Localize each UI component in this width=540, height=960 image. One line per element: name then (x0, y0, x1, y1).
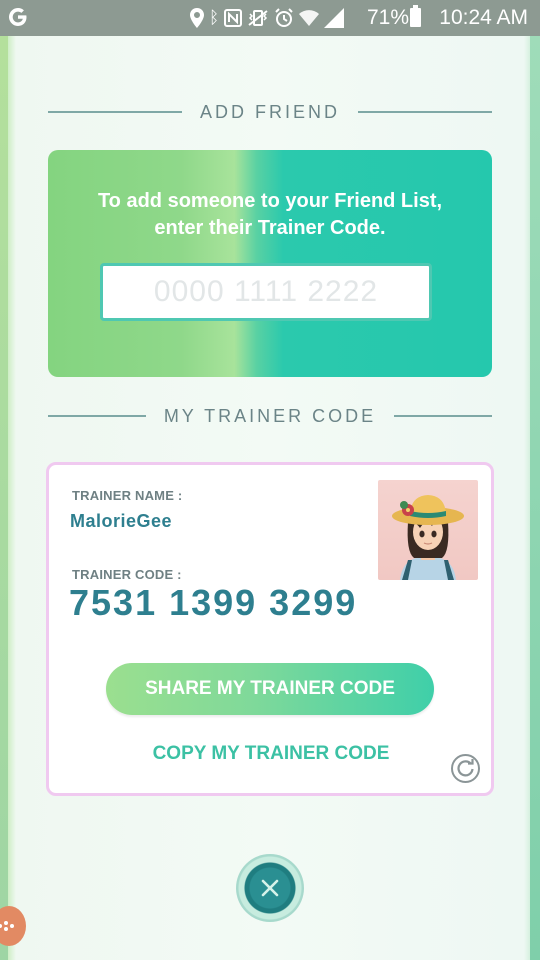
battery-percent: 71% (367, 6, 410, 29)
add-friend-header: ADD FRIEND (48, 100, 493, 124)
trainer-avatar (378, 480, 478, 580)
status-icons: ᛒ (190, 4, 345, 32)
trainer-name-label: TRAINER NAME : (72, 488, 183, 503)
vibrate-icon (248, 10, 268, 26)
signal-icon (324, 8, 345, 28)
divider-line (394, 415, 492, 417)
close-button[interactable] (236, 854, 304, 922)
nfc-icon (224, 9, 243, 27)
close-icon (261, 879, 279, 897)
trainer-code-label: TRAINER CODE : (72, 567, 182, 582)
divider-line (358, 111, 493, 113)
gamepad-icon (0, 921, 14, 931)
add-friend-instructions: To add someone to your Friend List, ente… (97, 190, 443, 239)
trainer-code-value: 7531 1399 3299 (69, 582, 358, 623)
add-friend-title: ADD FRIEND (200, 101, 341, 122)
avatar-illustration (392, 495, 464, 580)
left-edge-glow (0, 36, 8, 960)
wifi-icon (299, 10, 320, 26)
clock: 10:24 AM (439, 6, 528, 29)
my-trainer-code-header: MY TRAINER CODE (48, 404, 492, 428)
divider-line (48, 111, 182, 113)
google-g-icon (9, 8, 27, 26)
battery-icon (410, 5, 421, 27)
bluetooth-icon: ᛒ (209, 8, 220, 28)
copy-trainer-code-link[interactable]: COPY MY TRAINER CODE (106, 743, 436, 765)
refresh-icon[interactable] (450, 753, 481, 784)
alarm-icon (275, 8, 293, 27)
divider-line (48, 415, 146, 417)
right-edge-glow (530, 36, 540, 960)
location-icon (190, 8, 204, 28)
trainer-code-input[interactable] (100, 263, 432, 321)
floating-overlay-button[interactable] (0, 906, 26, 946)
status-bar: ᛒ 71% 10:24 AM (0, 0, 540, 36)
my-trainer-code-title: MY TRAINER CODE (163, 405, 377, 426)
trainer-name: MalorieGee (70, 511, 173, 531)
share-trainer-code-button[interactable]: SHARE MY TRAINER CODE (106, 663, 434, 715)
